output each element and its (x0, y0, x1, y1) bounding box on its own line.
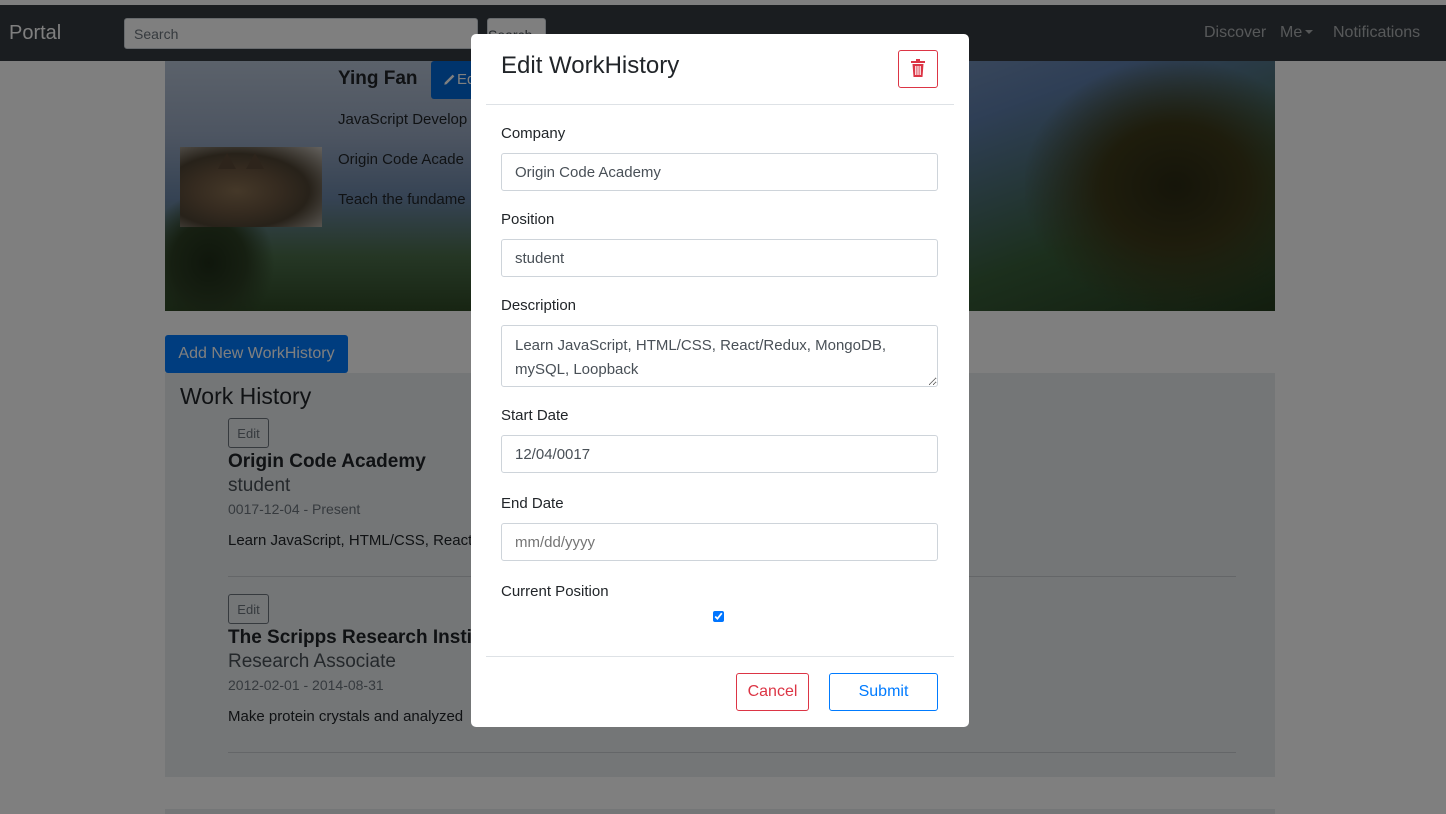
description-label: Description (501, 297, 577, 314)
end-date-input[interactable] (501, 523, 938, 561)
position-label: Position (501, 211, 555, 228)
edit-workhistory-modal: Edit WorkHistory Company Position Descri… (471, 34, 969, 727)
current-position-checkbox[interactable] (713, 611, 724, 622)
current-position-label: Current Position (501, 583, 609, 600)
start-date-input[interactable] (501, 435, 938, 473)
trash-icon (911, 58, 925, 77)
description-textarea[interactable]: Learn JavaScript, HTML/CSS, React/Redux,… (501, 325, 938, 387)
position-input[interactable] (501, 239, 938, 277)
submit-button[interactable]: Submit (829, 673, 938, 711)
modal-header-divider (486, 104, 954, 105)
company-input[interactable] (501, 153, 938, 191)
cancel-button[interactable]: Cancel (736, 673, 809, 711)
modal-title: Edit WorkHistory (501, 52, 680, 79)
company-label: Company (501, 125, 566, 142)
delete-button[interactable] (898, 50, 938, 88)
end-date-label: End Date (501, 495, 564, 512)
start-date-label: Start Date (501, 407, 569, 424)
modal-footer-divider (486, 656, 954, 657)
